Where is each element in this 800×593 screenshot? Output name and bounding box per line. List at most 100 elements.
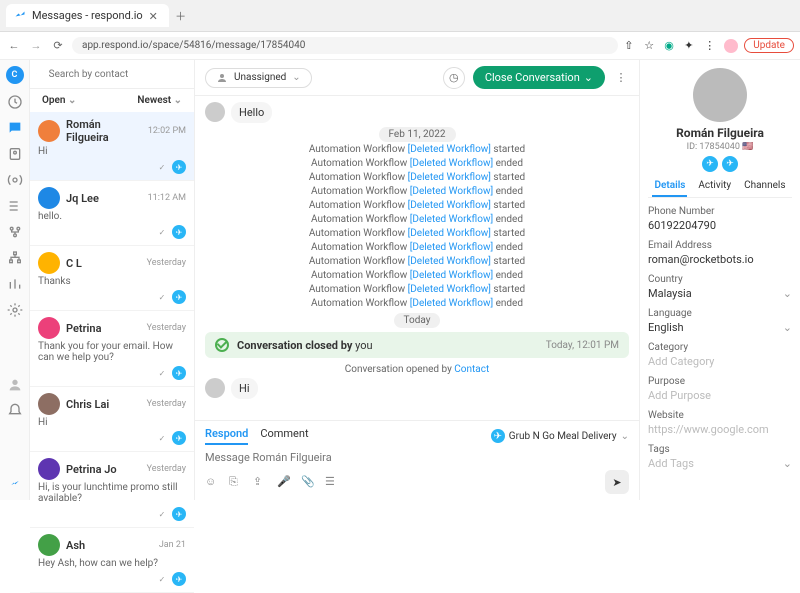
share-icon[interactable]: ⇧ (624, 39, 638, 53)
conversation-item[interactable]: AshJan 21Hey Ash, how can we help?✓✈ (30, 528, 194, 593)
telegram-icon: ✈ (172, 431, 186, 445)
new-tab-button[interactable]: ＋ (173, 8, 189, 24)
conversation-item[interactable]: C LYesterdayThanks✓✈ (30, 246, 194, 311)
reports-icon[interactable] (7, 276, 23, 292)
star-icon[interactable]: ☆ (644, 39, 658, 53)
chevron-down-icon: ⌄ (621, 431, 629, 442)
conversation-item[interactable]: Petrina JoYesterdayHi, is your lunchtime… (30, 452, 194, 528)
conversation-item[interactable]: Román Filgueira12:02 PMHi✓✈ (30, 112, 194, 181)
workflow-event: Automation Workflow [Deleted Workflow] s… (205, 200, 629, 211)
settings-icon[interactable] (7, 302, 23, 318)
workflow-link[interactable]: [Deleted Workflow] (408, 172, 491, 183)
workflow-link[interactable]: [Deleted Workflow] (410, 242, 493, 253)
conversation-list-header (30, 60, 194, 89)
org-icon[interactable] (7, 250, 23, 266)
mic-icon[interactable]: 🎤 (277, 475, 291, 489)
conversation-name: Petrina Jo (66, 463, 141, 476)
check-icon: ✓ (155, 507, 169, 521)
workflow-link[interactable]: [Deleted Workflow] (408, 284, 491, 295)
field-country[interactable]: CountryMalaysia⌄ (648, 274, 792, 300)
closed-by-link[interactable]: you (355, 339, 372, 352)
telegram-icon: ✈ (172, 225, 186, 239)
date-separator: Today (205, 313, 629, 326)
avatar (38, 393, 60, 415)
reload-icon[interactable]: ⟳ (50, 38, 66, 54)
field-purpose[interactable]: PurposeAdd Purpose (648, 376, 792, 402)
url-field[interactable]: app.respond.io/space/54816/message/17854… (72, 37, 618, 54)
extension-icon[interactable]: ◉ (664, 39, 678, 53)
conversation-filter-bar: Open ⌄ Newest ⌄ (30, 89, 194, 112)
template-icon[interactable]: ☰ (325, 475, 339, 489)
conversation-time: 12:02 PM (148, 126, 186, 136)
telegram-icon[interactable]: ✈ (722, 156, 738, 172)
filter-sort[interactable]: Newest ⌄ (137, 95, 182, 106)
workflow-link[interactable]: [Deleted Workflow] (408, 144, 491, 155)
messages-icon[interactable] (7, 120, 23, 136)
broadcast-icon[interactable] (7, 172, 23, 188)
back-icon[interactable]: ← (6, 38, 22, 54)
workspace-avatar[interactable]: C (6, 66, 24, 84)
date-separator: Feb 11, 2022 (205, 127, 629, 140)
workflow-link[interactable]: [Deleted Workflow] (410, 186, 493, 197)
telegram-icon[interactable]: ✈ (702, 156, 718, 172)
tab-comment[interactable]: Comment (260, 427, 308, 445)
snippet-icon[interactable]: ⎘ (229, 475, 243, 489)
assignee-dropdown[interactable]: Unassigned ⌄ (205, 68, 312, 88)
telegram-icon: ✈ (172, 507, 186, 521)
profile-avatar-icon[interactable] (724, 39, 738, 53)
incoming-message: Hello (205, 102, 629, 123)
workflow-link[interactable]: [Deleted Workflow] (410, 270, 493, 281)
conversation-item[interactable]: Chris LaiYesterdayHi✓✈ (30, 387, 194, 452)
more-icon[interactable]: ⋮ (613, 70, 629, 86)
field-category[interactable]: CategoryAdd Category (648, 342, 792, 368)
send-button[interactable]: ➤ (605, 470, 629, 494)
field-email[interactable]: Email Addressroman@rocketbots.io (648, 240, 792, 266)
update-button[interactable]: Update (744, 38, 794, 53)
close-icon[interactable]: ✕ (149, 10, 161, 22)
menu-icon[interactable]: ⋮ (704, 39, 718, 53)
field-website[interactable]: Websitehttps://www.google.com (648, 410, 792, 436)
workflow-event: Automation Workflow [Deleted Workflow] s… (205, 256, 629, 267)
attach-icon[interactable]: 📎 (301, 475, 315, 489)
chat-header: Unassigned ⌄ ◷ Close Conversation ⌄ ⋮ (195, 60, 639, 96)
conversation-time: Yesterday (147, 258, 186, 268)
user-status-icon[interactable] (7, 377, 23, 393)
workflow-event: Automation Workflow [Deleted Workflow] s… (205, 172, 629, 183)
profile-panel: Román Filgueira ID: 17854040 🇺🇸 ✈ ✈ Deta… (640, 60, 800, 500)
conversation-item[interactable]: Jq Lee11:12 AMhello.✓✈ (30, 181, 194, 246)
snooze-icon[interactable]: ◷ (443, 67, 465, 89)
field-phone[interactable]: Phone Number60192204790 (648, 206, 792, 232)
tab-details[interactable]: Details (652, 176, 687, 197)
tab-channels[interactable]: Channels (742, 176, 787, 197)
filter-open[interactable]: Open ⌄ (42, 95, 76, 106)
avatar (38, 120, 60, 142)
close-conversation-button[interactable]: Close Conversation ⌄ (473, 66, 605, 89)
tab-respond[interactable]: Respond (205, 427, 248, 445)
workflow-link[interactable]: [Deleted Workflow] (410, 298, 493, 309)
workflows-icon[interactable] (7, 198, 23, 214)
dashboard-icon[interactable] (7, 94, 23, 110)
workflow-link[interactable]: [Deleted Workflow] (408, 256, 491, 267)
profile-id: ID: 17854040 🇺🇸 (648, 142, 792, 152)
workflow-link[interactable]: [Deleted Workflow] (410, 158, 493, 169)
notifications-icon[interactable] (7, 403, 23, 419)
field-language[interactable]: LanguageEnglish⌄ (648, 308, 792, 334)
contacts-icon[interactable] (7, 146, 23, 162)
workflow-link[interactable]: [Deleted Workflow] (408, 228, 491, 239)
emoji-icon[interactable]: ☺ (205, 475, 219, 489)
tab-activity[interactable]: Activity (696, 176, 733, 197)
channel-selector[interactable]: ✈ Grub N Go Meal Delivery ⌄ (491, 429, 629, 443)
field-tags[interactable]: TagsAdd Tags⌄ (648, 444, 792, 470)
browser-tab[interactable]: Messages - respond.io ✕ (6, 4, 169, 27)
workflow-link[interactable]: [Deleted Workflow] (408, 200, 491, 211)
avatar (38, 458, 60, 480)
puzzle-icon[interactable]: ✦ (684, 39, 698, 53)
workflow-link[interactable]: [Deleted Workflow] (410, 214, 493, 225)
conversation-item[interactable]: PetrinaYesterdayThank you for your email… (30, 311, 194, 387)
conversation-time: Yesterday (147, 323, 186, 333)
message-input[interactable] (205, 445, 629, 470)
upload-icon[interactable]: ⇪ (253, 475, 267, 489)
opened-by-link[interactable]: Contact (454, 364, 489, 375)
automation-icon[interactable] (7, 224, 23, 240)
search-input[interactable] (49, 69, 182, 80)
